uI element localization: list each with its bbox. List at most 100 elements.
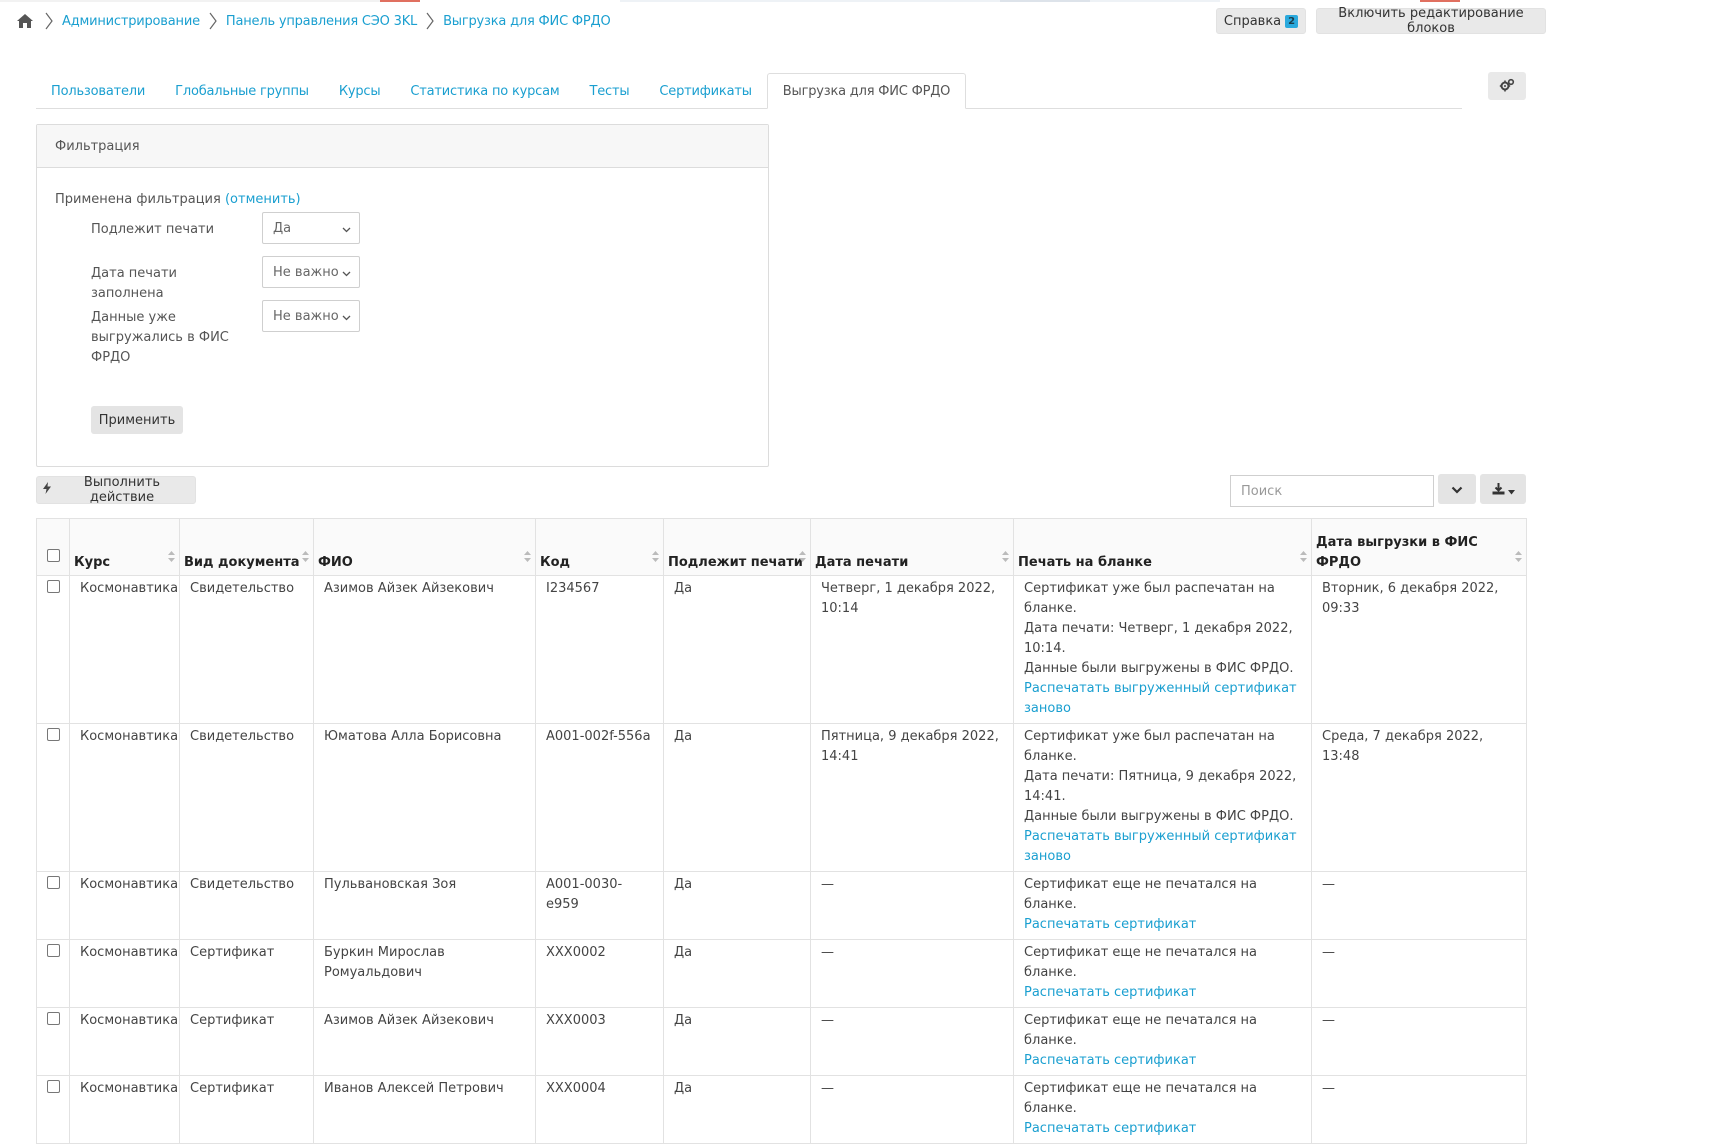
print-certificate-link[interactable]: Распечатать сертификат	[1024, 1121, 1196, 1136]
apply-filter-button[interactable]: Применить	[91, 406, 183, 434]
cell-blank-print: Сертификат еще не печатался на бланке. Р…	[1013, 871, 1312, 940]
chevron-down-icon	[342, 267, 351, 282]
print-certificate-link[interactable]: Распечатать сертификат	[1024, 917, 1196, 932]
cell-fio: Азимов Айзек Айзекович	[313, 575, 536, 724]
help-button[interactable]: Справка 2	[1216, 8, 1306, 34]
export-button[interactable]	[1480, 474, 1526, 504]
filter-applied-status: Применена фильтрация (отменить)	[55, 192, 301, 207]
column-header-fio[interactable]: ФИО	[313, 518, 536, 576]
filter-select-exported[interactable]: Не важно	[262, 300, 360, 332]
filter-applied-text: Применена фильтрация	[55, 192, 221, 207]
breadcrumb-item-current[interactable]: Выгрузка для ФИС ФРДО	[443, 14, 611, 29]
download-icon	[1492, 480, 1505, 499]
cell-doc-type: Свидетельство	[179, 575, 314, 724]
print-certificate-link[interactable]: Распечатать сертификат	[1024, 1053, 1196, 1068]
column-header-print-required[interactable]: Подлежит печати	[663, 518, 811, 576]
cell-fio: Азимов Айзек Айзекович	[313, 1007, 536, 1076]
row-checkbox[interactable]	[46, 1012, 60, 1025]
print-status-text: Сертификат уже был распечатан на бланке.	[1024, 729, 1275, 764]
cell-print-required: Да	[663, 1007, 811, 1076]
sort-icon	[302, 549, 309, 569]
cell-code: A001-0030-e959	[535, 871, 664, 940]
search-input[interactable]	[1230, 475, 1434, 507]
print-status-text: Сертификат еще не печатался на бланке.	[1024, 877, 1257, 912]
help-label: Справка	[1223, 13, 1282, 29]
column-header-code[interactable]: Код	[535, 518, 664, 576]
sort-icon	[652, 549, 659, 569]
cell-course: Космонавтика	[69, 939, 180, 1008]
print-status-text: Сертификат еще не печатался на бланке.	[1024, 945, 1257, 980]
print-status-text: Сертификат еще не печатался на бланке.	[1024, 1081, 1257, 1116]
home-icon[interactable]	[16, 12, 36, 30]
tab-tests[interactable]: Тесты	[574, 74, 644, 108]
column-header-label: Дата выгрузки в ФИС ФРДО	[1316, 535, 1478, 570]
cell-print-date: Пятница, 9 декабря 2022, 14:41	[810, 723, 1014, 872]
select-all-cell	[36, 518, 70, 576]
chevron-down-icon	[342, 223, 351, 238]
cell-print-date: —	[810, 871, 1014, 940]
filter-select-value: Не важно	[273, 308, 339, 324]
chevron-down-icon	[1451, 480, 1463, 499]
table-header-row: Курс Вид документа ФИО Код Подлежит печа…	[36, 518, 1527, 576]
cell-blank-print: Сертификат еще не печатался на бланке. Р…	[1013, 939, 1312, 1008]
filter-label-exported: Данные уже выгружались в ФИС ФРДО	[91, 310, 229, 365]
filter-select-value: Да	[273, 220, 292, 236]
tab-fis-frdo-export[interactable]: Выгрузка для ФИС ФРДО	[766, 73, 967, 109]
filter-panel: Фильтрация Применена фильтрация (отменит…	[36, 124, 769, 467]
print-status-text: Сертификат еще не печатался на бланке.	[1024, 1013, 1257, 1048]
cell-export-date: —	[1311, 1007, 1527, 1076]
tab-users[interactable]: Пользователи	[36, 74, 160, 108]
reprint-certificate-link[interactable]: Распечатать выгруженный сертификат занов…	[1024, 829, 1297, 864]
column-header-course[interactable]: Курс	[69, 518, 180, 576]
execute-action-button[interactable]: Выполнить действие	[36, 475, 196, 505]
row-checkbox[interactable]	[46, 580, 60, 593]
filter-select-print-date[interactable]: Не важно	[262, 256, 360, 288]
row-checkbox[interactable]	[46, 944, 60, 957]
tab-global-groups[interactable]: Глобальные группы	[160, 74, 324, 108]
breadcrumb-item-panel[interactable]: Панель управления СЭО 3KL	[226, 14, 417, 29]
cell-code: XXX0002	[535, 939, 664, 1008]
column-header-blank-print[interactable]: Печать на бланке	[1013, 518, 1312, 576]
column-header-export-date[interactable]: Дата выгрузки в ФИС ФРДО	[1311, 518, 1527, 576]
print-status-text: Сертификат уже был распечатан на бланке.	[1024, 581, 1275, 616]
table-row: Космонавтика Свидетельство Азимов Айзек …	[36, 575, 1527, 724]
row-select-cell	[36, 1075, 70, 1144]
tab-certificates[interactable]: Сертификаты	[644, 74, 766, 108]
cell-print-required: Да	[663, 871, 811, 940]
table-row: Космонавтика Сертификат Буркин Мирослав …	[36, 939, 1527, 1008]
cell-course: Космонавтика	[69, 575, 180, 724]
cell-export-date: Вторник, 6 декабря 2022, 09:33	[1311, 575, 1527, 724]
execute-action-label: Выполнить действие	[83, 475, 161, 505]
cell-fio: Буркин Мирослав Ромуальдович	[313, 939, 536, 1008]
export-table: Курс Вид документа ФИО Код Подлежит печа…	[36, 518, 1527, 1144]
toggle-columns-button[interactable]	[1438, 474, 1476, 504]
cell-blank-print: Сертификат уже был распечатан на бланке.…	[1013, 723, 1312, 872]
reprint-certificate-link[interactable]: Распечатать выгруженный сертификат занов…	[1024, 681, 1297, 716]
column-header-print-date[interactable]: Дата печати	[810, 518, 1014, 576]
edit-blocks-button[interactable]: Включить редактирование блоков	[1316, 6, 1546, 36]
column-header-label: Печать на бланке	[1018, 555, 1152, 570]
select-all-checkbox[interactable]	[46, 549, 60, 562]
column-header-label: Вид документа	[184, 555, 300, 570]
cell-doc-type: Свидетельство	[179, 871, 314, 940]
table-row: Космонавтика Сертификат Иванов Алексей П…	[36, 1075, 1527, 1144]
column-header-label: Курс	[74, 555, 111, 570]
tab-course-stats[interactable]: Статистика по курсам	[395, 74, 574, 108]
breadcrumb-item-admin[interactable]: Администрирование	[62, 14, 200, 29]
chevron-right-icon	[421, 10, 439, 32]
column-header-doc-type[interactable]: Вид документа	[179, 518, 314, 576]
filter-cancel-link[interactable]: (отменить)	[225, 192, 301, 207]
cell-fio: Юматова Алла Борисовна	[313, 723, 536, 872]
row-checkbox[interactable]	[46, 876, 60, 889]
cell-fio: Иванов Алексей Петрович	[313, 1075, 536, 1144]
filter-label-print-date: Дата печати заполнена	[91, 266, 177, 301]
print-certificate-link[interactable]: Распечатать сертификат	[1024, 985, 1196, 1000]
row-checkbox[interactable]	[46, 1080, 60, 1093]
sort-icon	[1515, 549, 1522, 569]
settings-button[interactable]	[1488, 72, 1526, 100]
row-checkbox[interactable]	[46, 728, 60, 741]
filter-select-print-required[interactable]: Да	[262, 212, 360, 244]
help-count-badge: 2	[1285, 14, 1299, 28]
tab-courses[interactable]: Курсы	[324, 74, 396, 108]
filter-select-value: Не важно	[273, 264, 339, 280]
